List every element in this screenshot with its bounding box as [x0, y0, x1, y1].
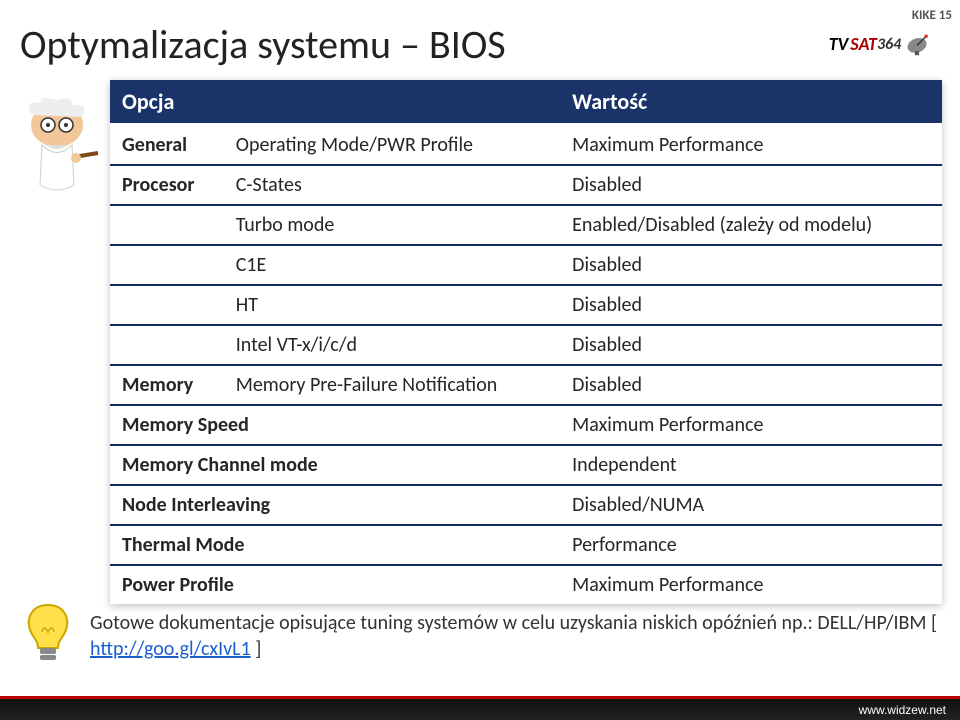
scientist-cartoon-icon	[12, 95, 102, 215]
table-row: Power ProfileMaximum Performance	[110, 565, 942, 604]
table-row: HTDisabled	[110, 285, 942, 325]
val-cell: Maximum Performance	[560, 565, 942, 604]
val-cell: Maximum Performance	[560, 125, 942, 166]
cat-cell	[110, 245, 224, 285]
cat-cell: General	[110, 125, 224, 166]
val-cell: Disabled	[560, 285, 942, 325]
footer-bar: www.widzew.net	[0, 696, 960, 720]
val-cell: Enabled/Disabled (zależy od modelu)	[560, 205, 942, 245]
table-header-row: Opcja Wartość	[110, 80, 942, 125]
val-cell: Disabled/NUMA	[560, 485, 942, 525]
opt-cell: Operating Mode/PWR Profile	[224, 125, 560, 166]
cat-cell: Memory	[110, 365, 224, 405]
table-row: Memory Channel modeIndependent	[110, 445, 942, 485]
page-title: Optymalizacja systemu – BIOS	[20, 20, 506, 69]
val-cell: Independent	[560, 445, 942, 485]
opt-cell: Intel VT-x/i/c/d	[224, 325, 560, 365]
table-row: ProcesorC-StatesDisabled	[110, 165, 942, 205]
table-row: Thermal ModePerformance	[110, 525, 942, 565]
tvsat-logo: TV SAT 364	[820, 24, 940, 64]
page-badge: KIKE 15	[912, 8, 952, 23]
cat-cell	[110, 205, 224, 245]
satellite-dish-icon	[903, 30, 931, 58]
opt-cell: C-States	[224, 165, 560, 205]
opt-cell: Turbo mode	[224, 205, 560, 245]
val-cell: Disabled	[560, 165, 942, 205]
val-cell: Maximum Performance	[560, 405, 942, 445]
cat-cell: Memory Speed	[110, 405, 560, 445]
val-cell: Disabled	[560, 245, 942, 285]
val-cell: Performance	[560, 525, 942, 565]
cat-cell	[110, 285, 224, 325]
val-cell: Disabled	[560, 325, 942, 365]
cat-cell: Memory Channel mode	[110, 445, 560, 485]
footnote-link[interactable]: http://goo.gl/cxIvL1	[90, 637, 251, 661]
cat-cell: Thermal Mode	[110, 525, 560, 565]
lightbulb-icon	[18, 600, 78, 670]
table-row: MemoryMemory Pre-Failure NotificationDis…	[110, 365, 942, 405]
table-row: Intel VT-x/i/c/dDisabled	[110, 325, 942, 365]
logo-tv: TV	[829, 33, 849, 55]
table-row: Node InterleavingDisabled/NUMA	[110, 485, 942, 525]
cat-cell: Power Profile	[110, 565, 560, 604]
cat-cell: Procesor	[110, 165, 224, 205]
val-cell: Disabled	[560, 365, 942, 405]
footnote-after: ]	[251, 637, 262, 661]
table-row: Turbo modeEnabled/Disabled (zależy od mo…	[110, 205, 942, 245]
opt-cell: C1E	[224, 245, 560, 285]
cat-cell	[110, 325, 224, 365]
table-row: GeneralOperating Mode/PWR ProfileMaximum…	[110, 125, 942, 166]
footnote-before: Gotowe dokumentacje opisujące tuning sys…	[90, 611, 937, 635]
opt-cell: HT	[224, 285, 560, 325]
table-row: C1EDisabled	[110, 245, 942, 285]
opt-cell: Memory Pre-Failure Notification	[224, 365, 560, 405]
header-wartosc: Wartość	[560, 80, 942, 125]
table-row: Memory SpeedMaximum Performance	[110, 405, 942, 445]
header-opcja: Opcja	[110, 80, 560, 125]
footer-url: www.widzew.net	[859, 703, 946, 717]
bios-settings-table: Opcja Wartość GeneralOperating Mode/PWR …	[110, 80, 942, 604]
cat-cell: Node Interleaving	[110, 485, 560, 525]
logo-num: 364	[877, 35, 901, 54]
logo-sat: SAT	[850, 33, 877, 55]
footnote-text: Gotowe dokumentacje opisujące tuning sys…	[90, 610, 940, 662]
